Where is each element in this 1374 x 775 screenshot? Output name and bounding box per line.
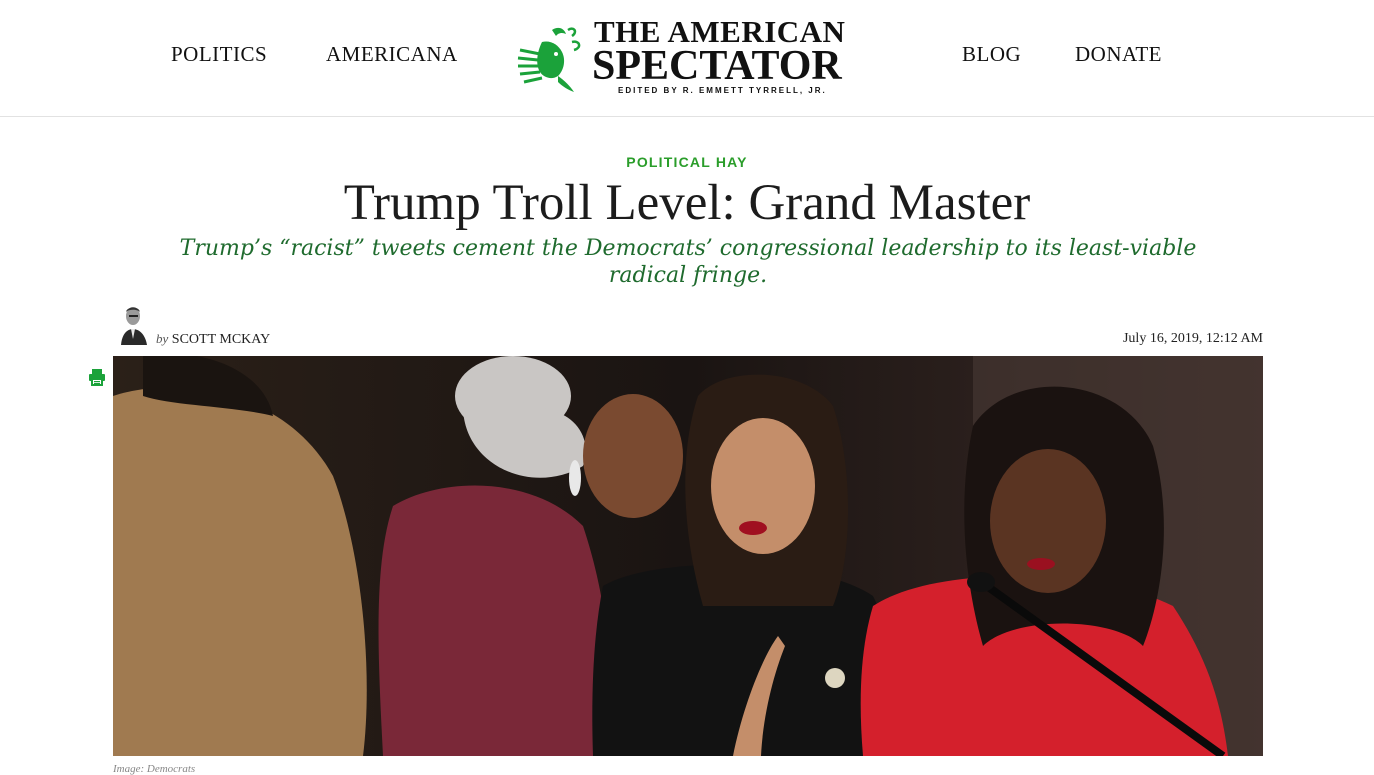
nav-americana[interactable]: AMERICANA: [326, 42, 458, 67]
byline-prefix: by: [156, 331, 169, 346]
logo-title-main: SPECTATOR: [592, 43, 842, 89]
site-logo[interactable]: THE AMERICAN SPECTATOR EDITED BY R. EMME…: [512, 16, 862, 98]
logo-tagline: EDITED BY R. EMMETT TYRRELL, JR.: [618, 86, 827, 95]
site-header: POLITICS AMERICANA THE AMERICAN SPECTATO…: [0, 0, 1374, 117]
author-avatar[interactable]: [118, 303, 150, 345]
hero-photo-illustration: [113, 356, 1263, 756]
eagle-logo-icon: [517, 27, 581, 92]
nav-politics[interactable]: POLITICS: [171, 42, 267, 67]
article-category[interactable]: POLITICAL HAY: [0, 154, 1374, 170]
author-link[interactable]: SCOTT MCKAY: [172, 332, 270, 347]
article-title: Trump Troll Level: Grand Master: [343, 175, 1031, 231]
article-hero-image: [113, 356, 1263, 756]
nav-donate[interactable]: DONATE: [1075, 42, 1162, 67]
nav-blog[interactable]: BLOG: [962, 42, 1021, 67]
article-byline: by SCOTT MCKAY: [156, 331, 270, 348]
print-icon[interactable]: [87, 367, 107, 387]
image-caption: Image: Democrats: [113, 763, 196, 775]
article-subtitle: Trump’s “racist” tweets cement the Democ…: [179, 236, 1197, 288]
article-date: July 16, 2019, 12:12 AM: [1122, 331, 1263, 346]
